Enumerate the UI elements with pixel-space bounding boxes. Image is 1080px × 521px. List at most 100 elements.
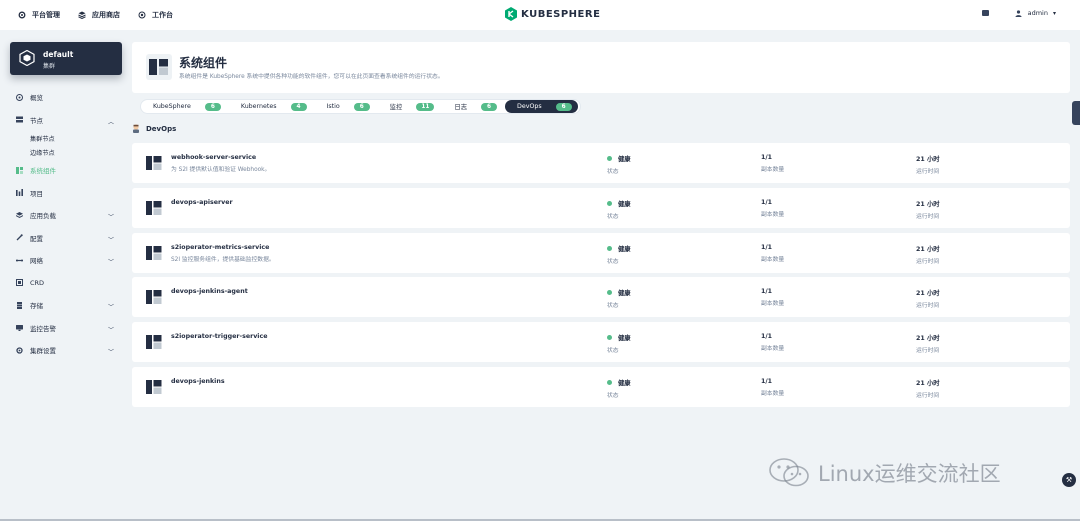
sidebar-item-label: 网络 <box>30 257 43 266</box>
workload-icon <box>15 211 24 219</box>
sidebar-item-projects[interactable]: 项目 <box>16 182 122 205</box>
sidebar-item-storage[interactable]: 存储 ﹀ <box>16 294 122 317</box>
topnav-store[interactable]: 应用商店 <box>78 10 120 20</box>
replica-value: 1/1 <box>761 378 773 385</box>
chevron-down-icon: ﹀ <box>107 304 114 311</box>
table-row[interactable]: s2ioperator-metrics-service S2I 监控服务组件，提供… <box>132 232 1070 273</box>
status-badge: 健康 <box>618 290 631 298</box>
replica-value: 1/1 <box>761 333 773 341</box>
tab-logging[interactable]: 日志 6 <box>442 100 503 113</box>
table-row[interactable]: s2ioperator-trigger-service 健康 状态 1/1 副本数量 21… <box>132 322 1070 363</box>
kubesphere-logo-icon <box>505 7 517 21</box>
tab-label: 监控 <box>389 104 403 111</box>
service-icon <box>146 200 162 216</box>
chevron-down-icon: ﹀ <box>107 214 114 221</box>
status-badge: 健康 <box>618 380 631 387</box>
sidebar-item-network[interactable]: 网络 ﹀ <box>16 249 122 272</box>
service-icon <box>146 379 162 395</box>
monitor-icon <box>16 324 23 332</box>
tab-kubernetes[interactable]: Kubernetes 4 <box>229 100 313 113</box>
topnav-workbench[interactable]: 工作台 <box>138 10 173 20</box>
chevron-down-icon: ▾ <box>1052 9 1056 17</box>
status-dot-icon <box>607 380 612 385</box>
sidebar-item-config[interactable]: 配置 ﹀ <box>16 227 122 250</box>
uptime-column: 21 小时 运行时间 <box>916 154 940 175</box>
uptime-label: 运行时间 <box>916 213 940 220</box>
chevron-down-icon: ﹀ <box>107 259 114 266</box>
component-description: S2I 监控服务组件，提供基础监控数据。 <box>171 256 275 263</box>
sidebar-item-workloads[interactable]: 应用负载 ﹀ <box>15 204 122 227</box>
table-row[interactable]: webhook-server-service 为 S2I 提供默认值和验证 Web… <box>132 143 1070 183</box>
wrench-icon: ⚒ <box>1065 476 1073 484</box>
page-title: 系统组件 <box>179 56 228 70</box>
uptime-value: 21 小时 <box>916 200 940 208</box>
status-badge: 健康 <box>618 335 631 343</box>
status-label: 状态 <box>607 169 619 175</box>
component-name[interactable]: devops-jenkins-agent <box>171 288 248 295</box>
replica-column: 1/1 副本数量 <box>761 378 784 397</box>
topnav-platform[interactable]: 平台管理 <box>18 10 60 20</box>
replica-column: 1/1 副本数量 <box>761 244 784 263</box>
uptime-column: 21 小时 运行时间 <box>916 378 940 399</box>
page-description: 系统组件是 KubeSphere 系统中提供各种功能的软件组件，您可以在此页面查… <box>179 74 444 80</box>
table-row[interactable]: devops-jenkins 健康 状态 1/1 副本数量 21 小时 运行时间 <box>132 367 1070 407</box>
cluster-icon <box>19 49 35 67</box>
sidebar-subitem-label: 集群节点 <box>30 135 55 143</box>
config-icon <box>16 234 23 241</box>
tab-istio[interactable]: Istio 6 <box>315 100 376 113</box>
replica-label: 副本数量 <box>761 391 785 397</box>
component-name[interactable]: s2ioperator-trigger-service <box>171 333 267 340</box>
status-dot-icon <box>607 335 612 341</box>
sidebar-item-label: 配置 <box>30 234 43 243</box>
cluster-card[interactable]: default 集群 <box>10 42 122 75</box>
replica-value: 1/1 <box>761 288 773 296</box>
user-menu[interactable]: admin ▾ <box>1015 9 1056 17</box>
sidebar-item-monitoring[interactable]: 监控告警 ﹀ <box>16 317 122 340</box>
toolbox-button[interactable]: ⚒ <box>1062 473 1076 487</box>
component-name[interactable]: devops-apiserver <box>171 199 233 206</box>
sidebar-item-cluster-settings[interactable]: 集群设置 ﹀ <box>16 339 122 362</box>
chevron-down-icon: ﹀ <box>107 236 114 244</box>
component-description: 为 S2I 提供默认值和验证 Webhook。 <box>171 167 271 173</box>
chevron-up-icon: ︿ <box>107 118 114 126</box>
sidebar-item-nodes[interactable]: 节点 ︿ <box>16 109 122 132</box>
kubesphere-logo[interactable]: KUBESPHERE <box>505 7 600 21</box>
storage-icon <box>16 301 23 309</box>
document-icon[interactable] <box>981 10 989 16</box>
status-column: 健康 状态 <box>607 199 631 220</box>
component-icon <box>146 54 172 80</box>
sidebar-subitem-edge-nodes[interactable]: 边缘节点 <box>30 145 122 159</box>
tab-devops[interactable]: DevOps 6 <box>505 100 578 113</box>
component-name[interactable]: devops-jenkins <box>171 378 225 385</box>
component-name[interactable]: s2ioperator-metrics-service <box>171 244 269 251</box>
cluster-type-label: 集群 <box>43 63 56 70</box>
sidebar-item-crd[interactable]: CRD <box>16 272 122 295</box>
service-icon <box>146 245 162 261</box>
section-title-text: DevOps <box>146 124 177 133</box>
workbench-icon <box>138 11 146 19</box>
store-icon <box>78 11 86 20</box>
status-dot-icon <box>607 156 612 161</box>
tab-label: Istio <box>326 103 340 110</box>
sidebar-item-overview[interactable]: 概览 <box>16 86 122 109</box>
tab-count-badge: 6 <box>481 102 498 111</box>
uptime-column: 21 小时 运行时间 <box>916 288 940 309</box>
component-name[interactable]: webhook-server-service <box>171 154 256 161</box>
tab-monitoring[interactable]: 监控 11 <box>378 100 441 113</box>
status-badge: 健康 <box>618 156 631 163</box>
page-header: 系统组件 系统组件是 KubeSphere 系统中提供各种功能的软件组件，您可以… <box>132 42 1070 93</box>
table-row[interactable]: devops-jenkins-agent 健康 状态 1/1 副本数量 21 小时 运行时间 <box>132 277 1070 318</box>
replica-label: 副本数量 <box>761 256 785 263</box>
status-badge: 健康 <box>618 200 631 208</box>
tab-kubesphere[interactable]: KubeSphere 6 <box>141 100 227 113</box>
tab-count-badge: 11 <box>416 102 435 111</box>
side-drawer-handle[interactable] <box>1072 101 1080 125</box>
project-icon <box>16 189 23 197</box>
component-icon <box>16 166 23 174</box>
sidebar-item-label: 系统组件 <box>30 167 56 176</box>
wechat-icon <box>768 458 812 488</box>
sidebar-subitem-cluster-nodes[interactable]: 集群节点 <box>30 131 122 145</box>
sidebar-item-components[interactable]: 系统组件 <box>16 159 122 182</box>
chevron-down-icon: ﹀ <box>107 349 114 356</box>
table-row[interactable]: devops-apiserver 健康 状态 1/1 副本数量 21 小时 运行时间 <box>132 187 1070 228</box>
